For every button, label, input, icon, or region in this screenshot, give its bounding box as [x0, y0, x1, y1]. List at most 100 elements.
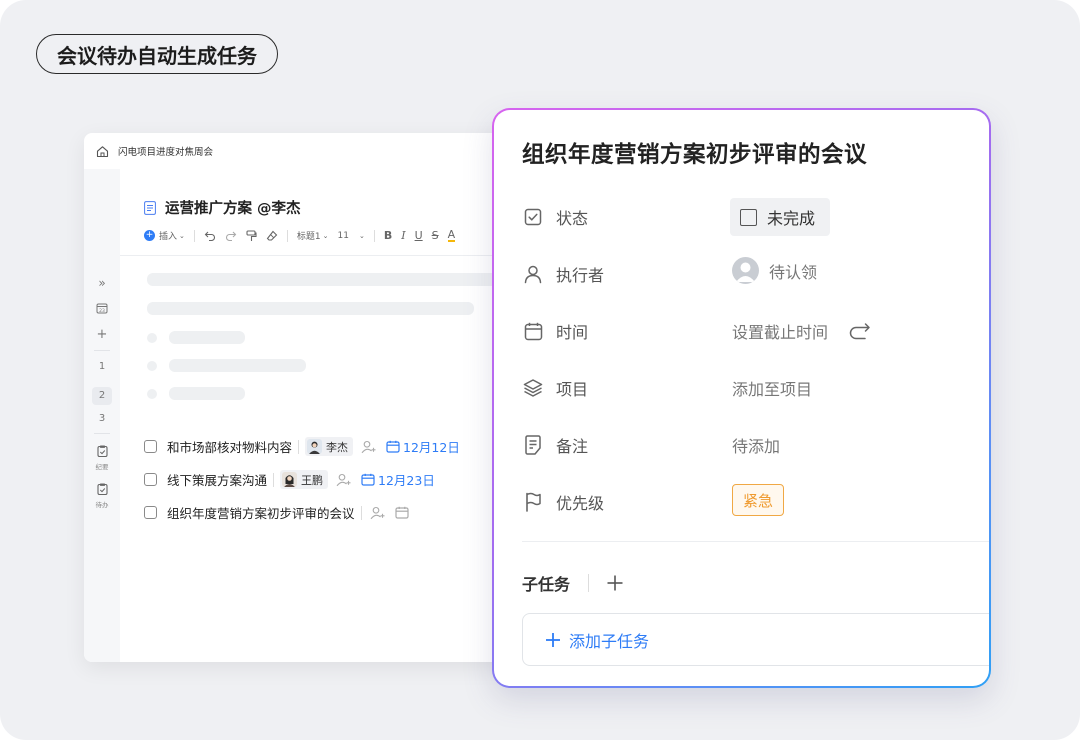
field-label: 时间 [556, 323, 589, 342]
page-2[interactable]: 2 [92, 387, 112, 405]
strikethrough-button[interactable]: S [432, 229, 439, 242]
notes-input[interactable]: 待添加 [732, 433, 780, 457]
add-assignee-icon[interactable] [336, 472, 352, 488]
note-icon [522, 434, 544, 456]
insert-button[interactable]: + 插入 ⌄ [144, 229, 185, 242]
toolbar-divider [286, 229, 288, 242]
skeleton-line [169, 331, 245, 344]
todo-label: 待办 [95, 501, 109, 509]
status-toggle[interactable]: 未完成 [730, 198, 830, 236]
eraser-icon[interactable] [266, 230, 278, 241]
underline-button[interactable]: U [415, 229, 423, 242]
subtasks-title: 子任务 [522, 575, 571, 594]
add-subtask-button[interactable]: 添加子任务 [522, 613, 989, 666]
priority-badge[interactable]: 紧急 [732, 484, 785, 516]
todo-item: 线下策展方案沟通 王鹏 12月23日 [144, 470, 435, 489]
field-label: 优先级 [556, 494, 605, 513]
add-page-icon[interactable]: + [84, 327, 120, 342]
skeleton-line [147, 302, 474, 315]
field-assignee: 执行者 待认领 [522, 257, 962, 288]
project-picker[interactable]: 添加至项目 [732, 376, 812, 400]
toolbar-divider [373, 229, 375, 242]
todo-checkbox[interactable] [144, 473, 157, 486]
field-notes: 备注 待添加 [522, 429, 962, 459]
field-priority: 优先级 紧急 [522, 484, 962, 516]
add-subtask-plus-icon[interactable] [605, 573, 625, 593]
home-icon[interactable] [94, 143, 110, 159]
todo-checkbox[interactable] [144, 440, 157, 453]
add-assignee-icon[interactable] [370, 505, 386, 521]
todo-text[interactable]: 组织年度营销方案初步评审的会议 [167, 503, 355, 522]
expand-rail-icon[interactable]: » [84, 276, 120, 290]
calendar-icon[interactable]: 23 [84, 302, 120, 317]
font-size-select[interactable]: 11 ⌄ [338, 231, 365, 241]
task-title[interactable]: 组织年度营销方案初步评审的会议 [522, 137, 867, 169]
undo-icon[interactable] [204, 230, 216, 241]
status-value: 未完成 [767, 209, 816, 228]
document-icon [144, 200, 156, 215]
font-color-button[interactable]: A [447, 229, 456, 242]
insert-label: 插入 [159, 232, 178, 242]
todo-checkbox[interactable] [144, 506, 157, 519]
redo-icon[interactable] [225, 230, 237, 241]
assignee-chip[interactable]: 李杰 [305, 437, 354, 456]
bold-button[interactable]: B [384, 229, 392, 242]
todo-separator [273, 472, 275, 487]
status-checkbox[interactable] [740, 208, 757, 226]
todo-text[interactable]: 线下策展方案沟通 [167, 470, 267, 489]
assignee-picker[interactable]: 待认领 [732, 257, 817, 284]
task-detail-panel: 组织年度营销方案初步评审的会议 状态 未完成 执行者 待认领 时间 设置截止时间… [494, 110, 989, 686]
avatar [282, 472, 298, 487]
user-icon [522, 263, 544, 285]
due-date[interactable]: 12月12日 [386, 437, 460, 456]
editor-toolbar: + 插入 ⌄ 标题1 ⌄ 11 ⌄ B I U S A [144, 229, 464, 242]
field-label: 项目 [556, 380, 589, 399]
feature-badge: 会议待办自动生成任务 [36, 34, 278, 74]
heading-select[interactable]: 标题1 ⌄ [296, 229, 329, 243]
skeleton-line [169, 359, 306, 372]
rail-divider [94, 433, 110, 434]
due-date-picker[interactable]: 设置截止时间 [732, 319, 872, 343]
minutes-icon [96, 445, 108, 458]
breadcrumb[interactable]: 闪电项目进度对焦周会 [118, 144, 213, 158]
add-subtask-label: 添加子任务 [569, 631, 650, 651]
due-date[interactable]: 12月23日 [361, 470, 435, 489]
doc-topbar: 闪电项目进度对焦周会 [84, 133, 524, 169]
toolbar-divider-line [120, 255, 524, 256]
page-1[interactable]: 1 [84, 361, 120, 372]
field-project: 项目 添加至项目 [522, 372, 962, 402]
assignee-chip[interactable]: 王鹏 [280, 470, 329, 489]
doc-body: 运营推广方案 @李杰 + 插入 ⌄ 标题1 ⌄ 11 ⌄ B I U S A 和… [120, 177, 524, 662]
skeleton-bullet [147, 333, 157, 343]
calendar-icon [361, 473, 375, 486]
skeleton-bullet [147, 361, 157, 371]
field-label: 状态 [556, 209, 589, 228]
todo-separator [360, 505, 362, 520]
skeleton-line [169, 387, 245, 400]
assignee-name: 王鹏 [301, 473, 324, 487]
minutes-shortcut[interactable]: 纪要 [84, 445, 120, 471]
chevron-down-icon: ⌄ [358, 231, 365, 240]
toolbar-divider [193, 229, 195, 242]
todo-shortcut[interactable]: 待办 [84, 483, 120, 509]
minutes-label: 纪要 [95, 463, 109, 471]
italic-button[interactable]: I [401, 229, 405, 242]
repeat-icon[interactable] [848, 322, 872, 340]
calendar-icon [386, 440, 400, 453]
format-painter-icon[interactable] [246, 229, 257, 242]
svg-text:23: 23 [99, 308, 105, 314]
task-detail-card: 组织年度营销方案初步评审的会议 状态 未完成 执行者 待认领 时间 设置截止时间… [492, 108, 991, 688]
doc-title[interactable]: 运营推广方案 @李杰 [144, 197, 301, 218]
due-date-text: 12月23日 [378, 473, 435, 488]
canvas: 会议待办自动生成任务 闪电项目进度对焦周会 » 23 + 1 2 3 纪要 待办… [0, 0, 1080, 740]
due-date-text: 12月12日 [403, 440, 460, 455]
set-date-icon[interactable] [394, 506, 412, 519]
todo-text[interactable]: 和市场部核对物料内容 [167, 437, 292, 456]
page-3[interactable]: 3 [84, 413, 120, 424]
heading-value: 标题1 [296, 232, 321, 242]
todo-icon [96, 483, 108, 496]
header-separator [588, 574, 590, 592]
section-divider [522, 541, 989, 542]
field-status: 状态 未完成 [522, 198, 962, 236]
add-assignee-icon[interactable] [361, 439, 377, 455]
